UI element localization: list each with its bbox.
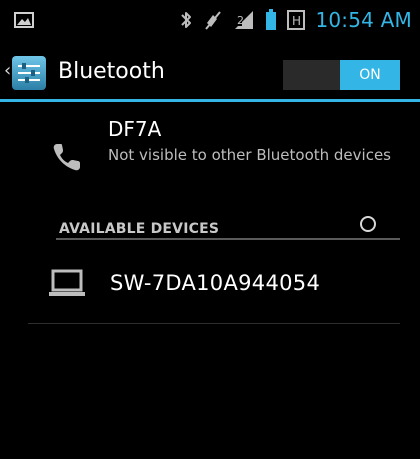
progress-spinner-icon — [360, 216, 376, 232]
this-device-row[interactable]: DF7A Not visible to other Bluetooth devi… — [0, 105, 420, 200]
list-divider — [28, 323, 400, 324]
laptop-icon — [48, 268, 86, 298]
bluetooth-settings-screen: 2 H 10:54 AM ‹ Bluetooth ON DF7A Not vis… — [0, 0, 420, 459]
device-name: DF7A — [108, 117, 162, 141]
bluetooth-toggle[interactable]: ON — [283, 60, 400, 90]
status-bar: 2 H 10:54 AM — [0, 0, 420, 40]
battery-icon — [265, 9, 277, 31]
list-item[interactable]: SW-7DA10A944054 — [0, 244, 420, 324]
visibility-status: Not visible to other Bluetooth devices — [108, 146, 391, 164]
page-title: Bluetooth — [58, 59, 165, 84]
clock: 10:54 AM — [315, 8, 412, 32]
toggle-off-segment — [283, 60, 340, 90]
toggle-on-label: ON — [340, 60, 400, 90]
section-title: AVAILABLE DEVICES — [59, 221, 220, 237]
h-notification-icon: H — [287, 10, 306, 30]
device-item-name: SW-7DA10A944054 — [110, 271, 321, 295]
svg-text:2: 2 — [237, 14, 244, 27]
svg-text:H: H — [292, 14, 301, 28]
available-devices-header: AVAILABLE DEVICES — [56, 206, 400, 240]
image-notification-icon — [14, 12, 34, 32]
action-bar: ‹ Bluetooth ON — [0, 40, 420, 102]
signal-icon: 2 — [233, 9, 255, 31]
phone-icon — [50, 140, 84, 174]
bluetooth-icon — [179, 9, 193, 31]
mute-icon — [203, 9, 223, 31]
settings-app-icon[interactable] — [11, 55, 47, 91]
